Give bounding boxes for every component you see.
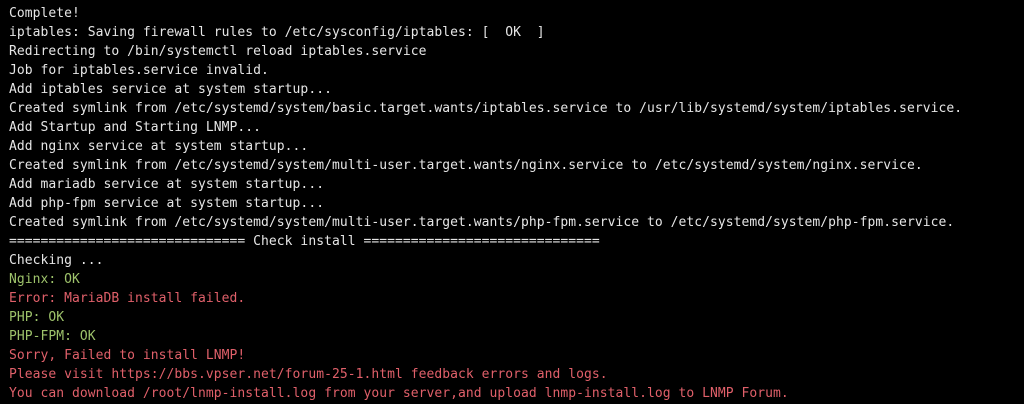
terminal-line-complete: Complete!: [9, 6, 80, 21]
terminal-line-failed-install: Sorry, Failed to install LNMP!: [9, 348, 246, 363]
terminal-line-visit-forum: Please visit https://bbs.vpser.net/forum…: [9, 367, 608, 382]
terminal-line-add-startup-lnmp: Add Startup and Starting LNMP...: [9, 120, 262, 135]
terminal-line-add-iptables: Add iptables service at system startup..…: [9, 82, 332, 97]
terminal-line-mariadb-error: Error: MariaDB install failed.: [9, 291, 246, 306]
terminal-line-php-fpm-ok: PHP-FPM: OK: [9, 329, 96, 344]
terminal-line-checking: Checking ...: [9, 253, 104, 268]
terminal-line-add-php-fpm: Add php-fpm service at system startup...: [9, 196, 325, 211]
terminal-line-nginx-ok: Nginx: OK: [9, 272, 80, 287]
terminal-line-iptables-save: iptables: Saving firewall rules to /etc/…: [9, 25, 545, 40]
terminal-line-add-nginx: Add nginx service at system startup...: [9, 139, 309, 154]
terminal-line-job-invalid: Job for iptables.service invalid.: [9, 63, 269, 78]
terminal-line-symlink-php-fpm: Created symlink from /etc/systemd/system…: [9, 215, 955, 230]
terminal-line-check-install-banner: ============================== Check ins…: [9, 234, 600, 249]
terminal-line-add-mariadb: Add mariadb service at system startup...: [9, 177, 325, 192]
terminal-line-symlink-nginx: Created symlink from /etc/systemd/system…: [9, 158, 923, 173]
terminal-line-redirect-reload: Redirecting to /bin/systemctl reload ipt…: [9, 44, 427, 59]
terminal-window[interactable]: Complete! iptables: Saving firewall rule…: [0, 0, 1024, 404]
terminal-line-download-log: You can download /root/lnmp-install.log …: [9, 386, 789, 401]
terminal-line-symlink-iptables: Created symlink from /etc/systemd/system…: [9, 101, 963, 116]
terminal-line-php-ok: PHP: OK: [9, 310, 65, 325]
